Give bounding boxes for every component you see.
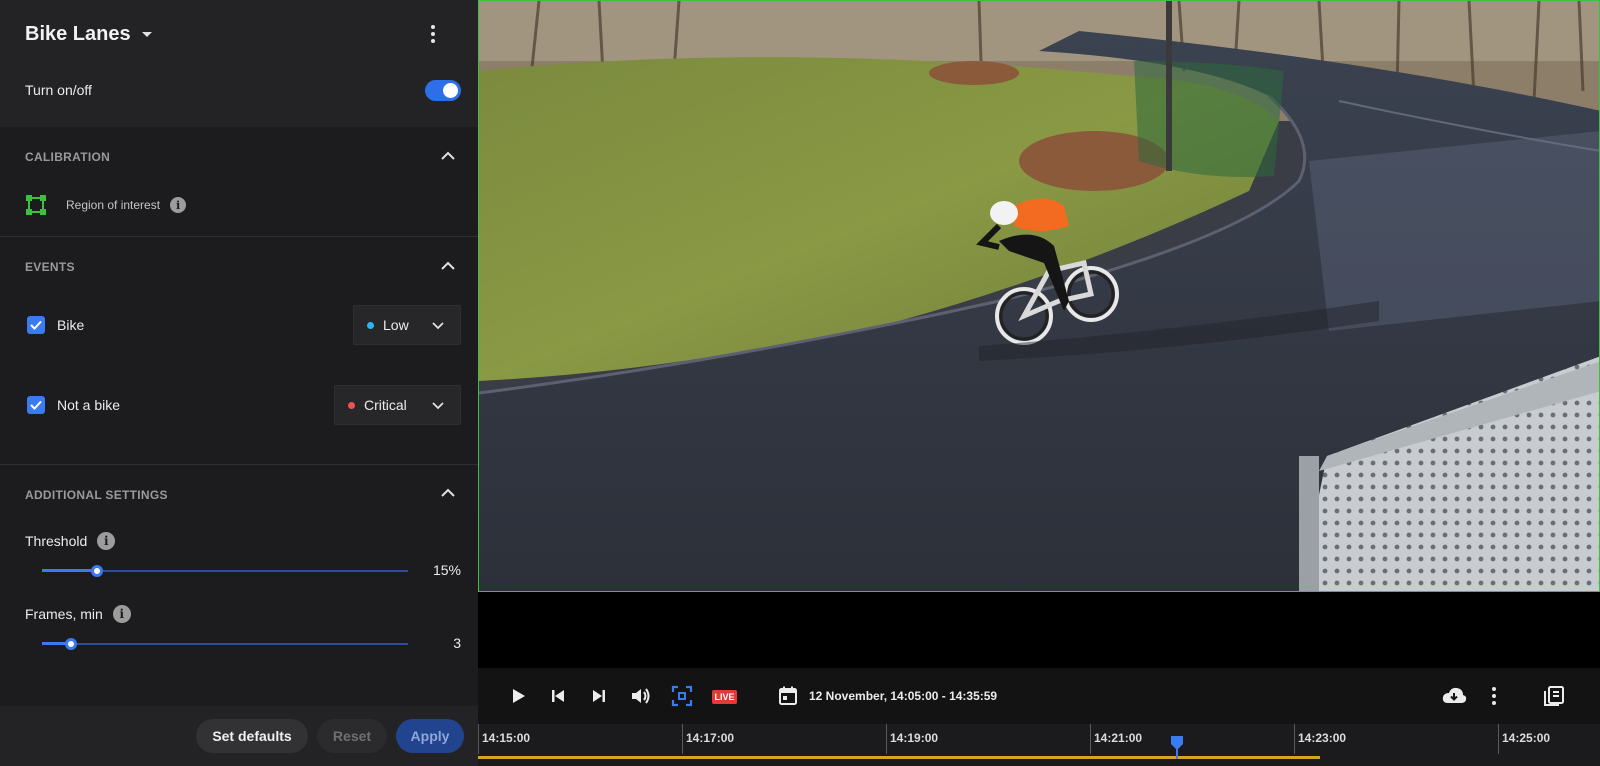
net-fence [1134, 61, 1284, 177]
timeline-tick: 14:21:00 [1090, 724, 1142, 754]
slider-track [42, 643, 408, 645]
not-a-bike-checkbox[interactable] [27, 396, 45, 414]
level-dot [367, 321, 374, 329]
analytics-title-dropdown[interactable]: Bike Lanes [25, 20, 152, 48]
slider-thumb[interactable] [90, 565, 103, 577]
timeline-tick: 14:19:00 [886, 724, 938, 754]
section-title-additional-settings: ADDITIONAL SETTINGS [25, 488, 168, 502]
event-row-not-a-bike: Not a bike Critical [27, 385, 461, 425]
toggle-label: Turn on/off [25, 82, 92, 98]
level-select-bike[interactable]: Low [353, 305, 461, 345]
panel-header: Bike Lanes Turn on/off [0, 0, 478, 127]
event-label: Bike [57, 317, 85, 333]
panel-title: Bike Lanes [25, 22, 131, 45]
frames-value: 3 [453, 635, 461, 651]
slider-thumb[interactable] [65, 638, 78, 650]
region-of-interest-icon [26, 195, 46, 215]
panel-footer: Set defaults Reset Apply [0, 706, 478, 766]
timeline-tick: 14:15:00 [478, 724, 530, 754]
chevron-up-icon[interactable] [439, 257, 457, 275]
time-range-label[interactable]: 12 November, 14:05:00 - 14:35:59 [809, 689, 997, 703]
level-value: Critical [364, 397, 407, 413]
info-icon[interactable]: i [97, 532, 116, 550]
slider-fill [42, 569, 97, 572]
caret-down-icon [141, 31, 152, 37]
volume-icon[interactable] [628, 684, 652, 708]
power-toggle[interactable] [425, 80, 461, 101]
divider [0, 236, 478, 237]
reset-button[interactable]: Reset [317, 719, 387, 753]
timeline-tick: 14:25:00 [1498, 724, 1550, 754]
threshold-label-row: Threshold i [25, 532, 116, 550]
frames-label: Frames, min [25, 606, 103, 622]
region-of-interest-row[interactable]: Region of interest i [25, 194, 187, 216]
timeline[interactable]: 14:15:00 14:17:00 14:19:00 14:21:00 14:2… [478, 724, 1600, 766]
event-label: Not a bike [57, 397, 121, 413]
timeline-tick: 14:23:00 [1294, 724, 1346, 754]
threshold-value: 15% [432, 562, 461, 578]
set-defaults-button[interactable]: Set defaults [196, 719, 308, 753]
section-title-calibration: CALIBRATION [25, 150, 111, 164]
threshold-slider[interactable] [42, 564, 408, 578]
skip-next-icon[interactable] [587, 684, 611, 708]
chevron-down-icon [432, 402, 444, 410]
frames-label-row: Frames, min i [25, 605, 131, 623]
region-of-interest-label: Region of interest [66, 198, 161, 212]
timeline-tick: 14:17:00 [682, 724, 734, 754]
check-icon [30, 400, 42, 410]
camera-scene [479, 1, 1599, 591]
fit-screen-icon[interactable] [670, 684, 694, 708]
calendar-icon[interactable] [776, 684, 800, 708]
more-vert-icon[interactable] [1482, 683, 1506, 709]
toggle-knob [443, 83, 458, 98]
info-icon[interactable]: i [112, 605, 131, 623]
settings-panel: Bike Lanes Turn on/off CALIBRATION Regio… [0, 0, 478, 766]
info-icon[interactable]: i [170, 197, 187, 213]
export-icon[interactable] [1542, 684, 1566, 708]
frames-slider[interactable] [42, 637, 408, 651]
skip-previous-icon[interactable] [546, 684, 570, 708]
threshold-label: Threshold [25, 533, 88, 549]
chevron-down-icon [432, 322, 444, 330]
check-icon [30, 320, 42, 330]
apply-button[interactable]: Apply [396, 719, 464, 753]
divider [0, 464, 478, 465]
level-value: Low [383, 317, 409, 333]
cloud-download-icon[interactable] [1440, 684, 1468, 708]
timeline-recorded-progress [478, 756, 1320, 759]
player-controls-bar: LIVE 12 November, 14:05:00 - 14:35:59 [478, 668, 1600, 724]
chevron-up-icon[interactable] [439, 147, 457, 165]
more-vert-icon[interactable] [421, 21, 445, 47]
chevron-up-icon[interactable] [439, 484, 457, 502]
bike-checkbox[interactable] [27, 316, 45, 334]
camera-video-frame[interactable] [478, 0, 1600, 592]
live-badge[interactable]: LIVE [712, 690, 737, 704]
level-select-not-a-bike[interactable]: Critical [334, 385, 461, 425]
playhead-marker[interactable] [1170, 735, 1184, 759]
section-title-events: EVENTS [25, 260, 75, 274]
level-dot [348, 401, 355, 409]
play-icon[interactable] [506, 684, 530, 708]
event-row-bike: Bike Low [27, 305, 461, 345]
